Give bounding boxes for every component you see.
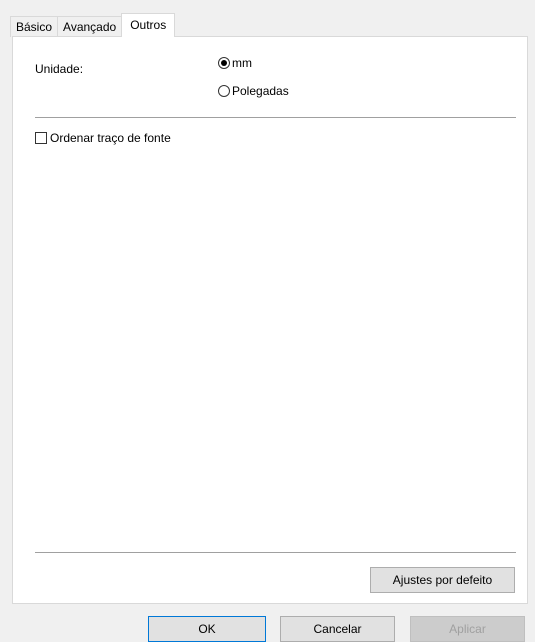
tab-outros[interactable]: Outros [121,13,176,37]
radio-mm[interactable]: mm [218,56,252,70]
unidade-label: Unidade: [35,62,84,76]
checkbox-ordenar[interactable]: Ordenar traço de fonte [35,131,171,145]
checkbox-ordenar-label[interactable]: Ordenar traço de fonte [50,131,171,145]
separator-bottom [35,552,516,553]
radio-mm-label[interactable]: mm [232,56,252,70]
radio-polegadas-indicator[interactable] [218,85,230,97]
tab-basico[interactable]: Básico [10,16,59,37]
radio-mm-indicator[interactable] [218,57,230,69]
radio-polegadas[interactable]: Polegadas [218,84,289,98]
separator-top [35,117,516,118]
radio-selected-dot [221,60,227,66]
cancel-button[interactable]: Cancelar [280,616,395,642]
checkbox-ordenar-box[interactable] [35,132,47,144]
radio-polegadas-label[interactable]: Polegadas [232,84,289,98]
defaults-button[interactable]: Ajustes por defeito [370,567,515,593]
ok-button[interactable]: OK [148,616,266,642]
tab-panel-outros [12,36,528,604]
tab-avancado[interactable]: Avançado [57,16,123,37]
tab-bar: Básico Avançado Outros [10,13,176,37]
apply-button[interactable]: Aplicar [410,616,525,642]
